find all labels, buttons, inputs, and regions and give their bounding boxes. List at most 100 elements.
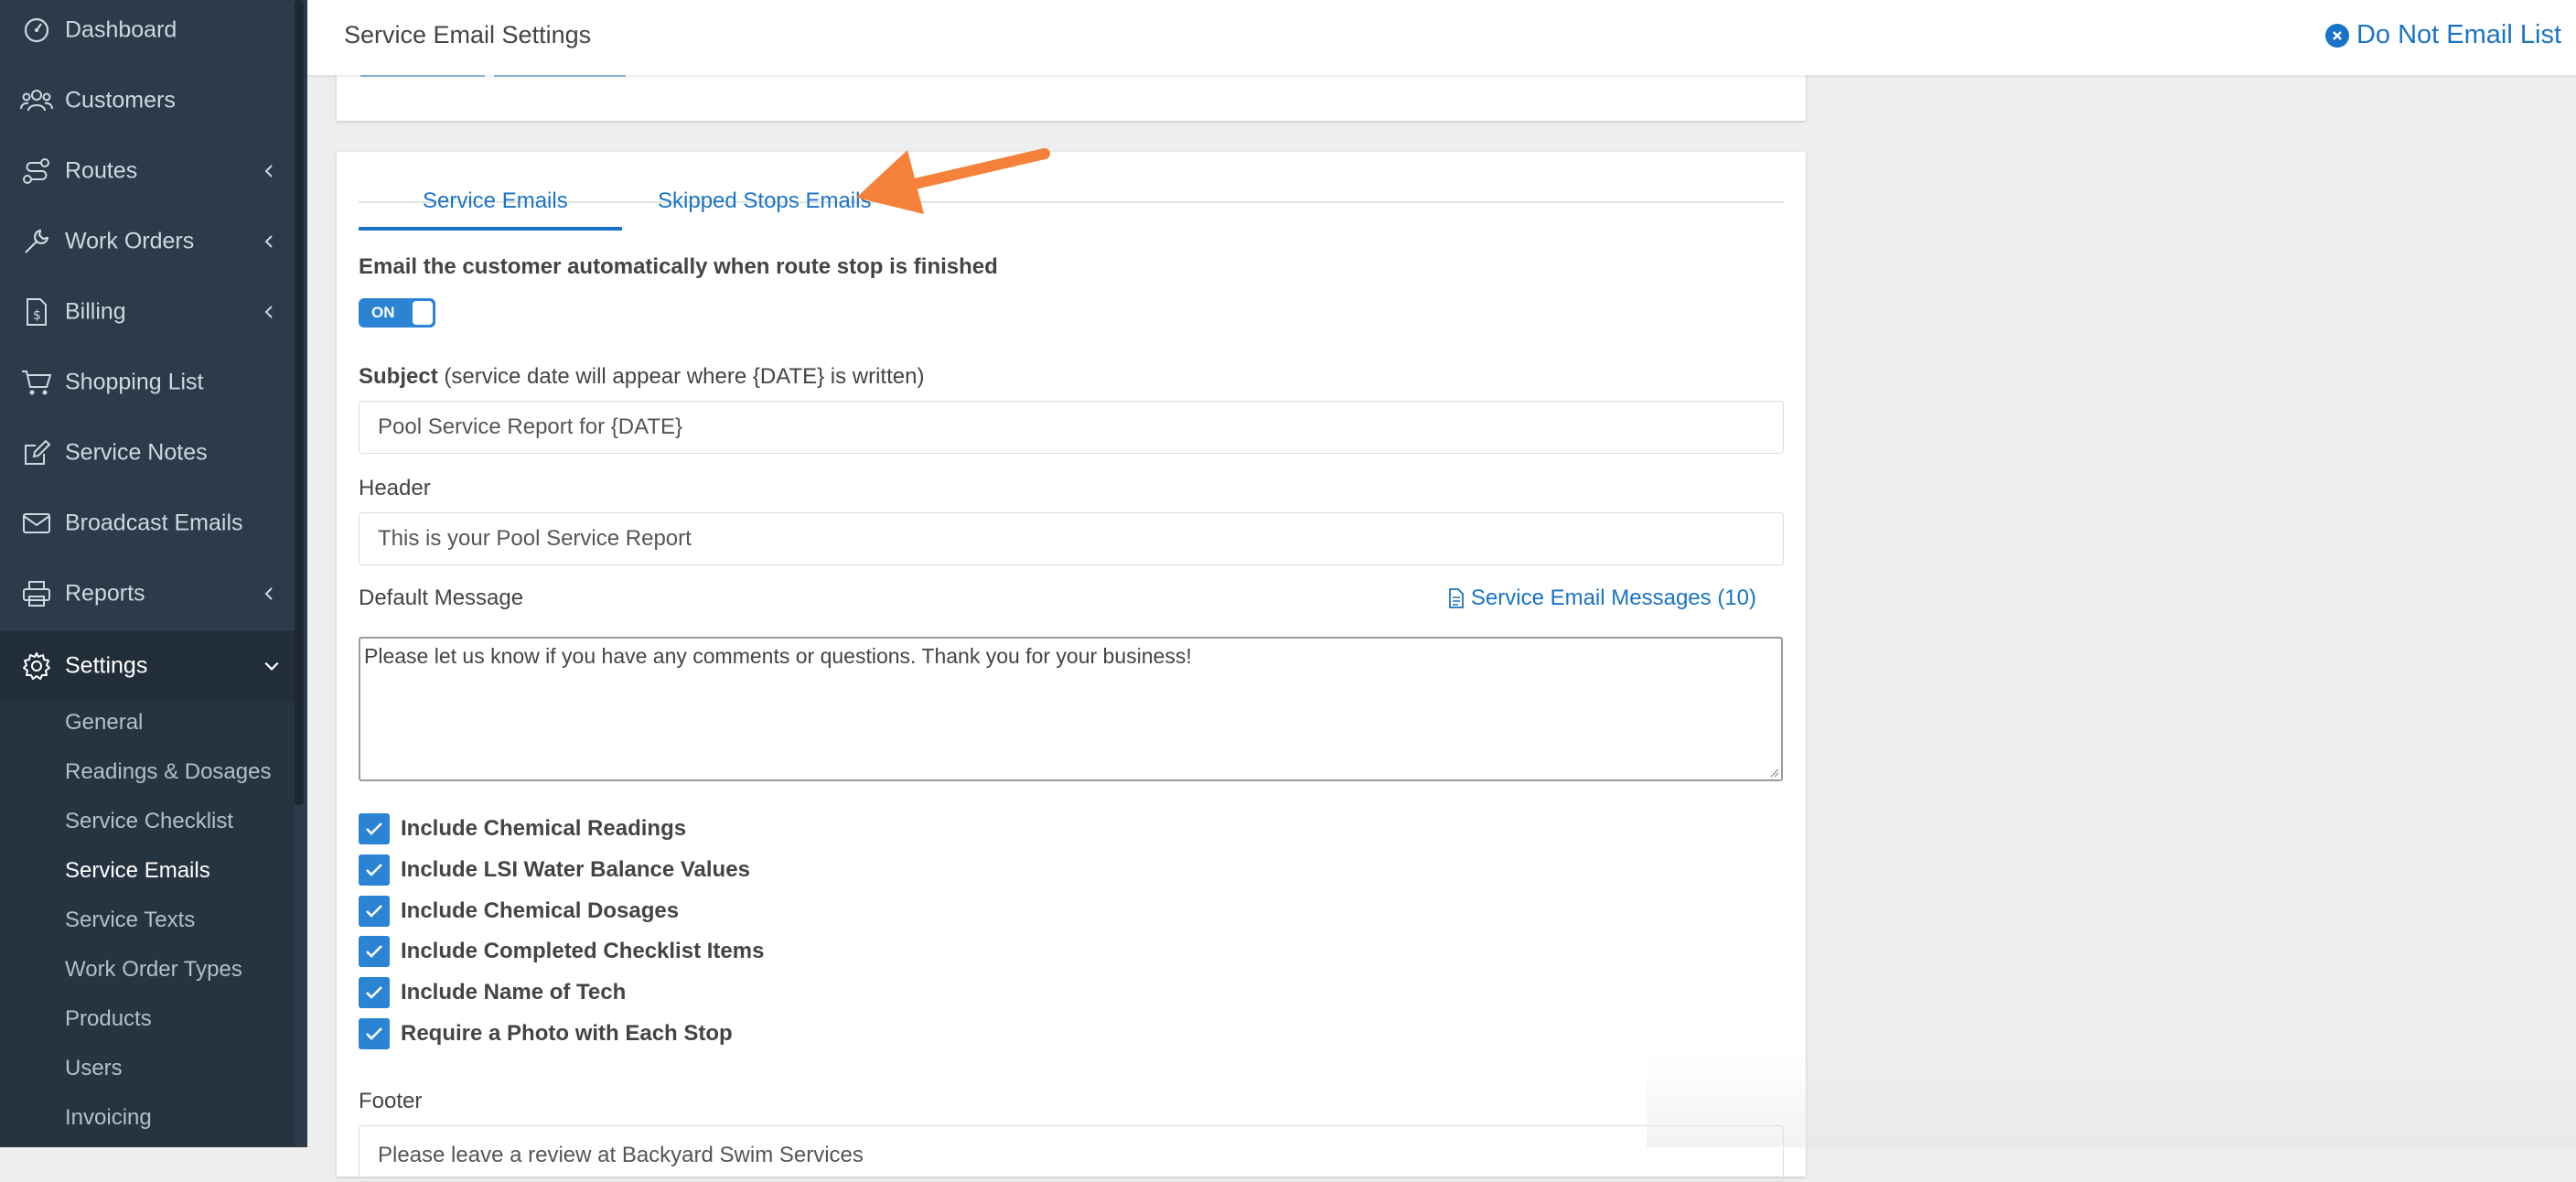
check-icon bbox=[366, 864, 382, 876]
sidebar-item-routes[interactable]: Routes bbox=[0, 139, 295, 203]
default-message-label: Default Message bbox=[359, 586, 524, 610]
sidebar-item-label: Routes bbox=[65, 157, 138, 184]
chevron-left-icon bbox=[264, 235, 273, 248]
checkbox-checked[interactable] bbox=[359, 813, 390, 844]
do-not-email-list-link[interactable]: Do Not Email List bbox=[2324, 20, 2561, 50]
sidebar-item-label: Shopping List bbox=[65, 369, 204, 395]
checkbox-row[interactable]: Include Chemical Readings bbox=[359, 813, 686, 844]
sidebar-item-shopping-list[interactable]: Shopping List bbox=[0, 350, 295, 414]
footer-label: Footer bbox=[359, 1089, 423, 1113]
resize-handle-icon[interactable] bbox=[1768, 767, 1779, 778]
file-text-icon bbox=[1448, 588, 1464, 608]
sidebar-item-label: Reports bbox=[65, 580, 145, 607]
sidebar-item-work-orders[interactable]: Work Orders bbox=[0, 210, 295, 274]
check-icon bbox=[366, 945, 382, 958]
sidebar-subitem-invoicing[interactable]: Invoicing bbox=[65, 1105, 152, 1131]
page-title: Service Email Settings bbox=[344, 21, 592, 48]
sidebar: Dashboard Customers Routes Work Orders $… bbox=[0, 0, 307, 1147]
sidebar-subitem-users[interactable]: Users bbox=[65, 1056, 123, 1081]
check-icon bbox=[366, 986, 382, 999]
active-tab-indicator bbox=[359, 227, 622, 231]
checkbox-checked[interactable] bbox=[359, 896, 390, 927]
sidebar-item-dashboard[interactable]: Dashboard bbox=[0, 0, 295, 62]
service-email-messages-link[interactable]: Service Email Messages (10) bbox=[1448, 586, 1756, 611]
sidebar-subitem-service-checklist[interactable]: Service Checklist bbox=[65, 809, 233, 834]
checkbox-label: Include LSI Water Balance Values bbox=[401, 857, 750, 882]
header-input-value: This is your Pool Service Report bbox=[378, 526, 692, 551]
sidebar-subitem-products[interactable]: Products bbox=[65, 1006, 152, 1032]
sidebar-item-label: Broadcast Emails bbox=[65, 510, 243, 536]
checkbox-checked[interactable] bbox=[359, 977, 390, 1008]
check-icon bbox=[366, 905, 382, 918]
sidebar-item-broadcast-emails[interactable]: Broadcast Emails bbox=[0, 491, 295, 555]
edit-icon bbox=[20, 436, 53, 469]
checkbox-row[interactable]: Include LSI Water Balance Values bbox=[359, 854, 750, 886]
tab-bar bbox=[359, 165, 1784, 203]
tab-service-emails[interactable]: Service Emails bbox=[423, 188, 568, 214]
footer-input-value: Please leave a review at Backyard Swim S… bbox=[378, 1143, 864, 1167]
sidebar-item-label: Settings bbox=[65, 652, 148, 679]
checkbox-checked[interactable] bbox=[359, 1018, 390, 1049]
subject-label: Subject (service date will appear where … bbox=[359, 364, 924, 390]
checkbox-label: Require a Photo with Each Stop bbox=[401, 1021, 733, 1046]
subject-input-value: Pool Service Report for {DATE} bbox=[378, 414, 683, 439]
check-icon bbox=[366, 822, 382, 835]
sidebar-subitem-readings-dosages[interactable]: Readings & Dosages bbox=[65, 759, 271, 785]
sidebar-subitem-service-emails[interactable]: Service Emails bbox=[65, 858, 210, 884]
close-circle-icon bbox=[2324, 23, 2349, 48]
sidebar-item-label: Service Notes bbox=[65, 439, 208, 466]
checkbox-checked[interactable] bbox=[359, 854, 390, 886]
auto-email-toggle[interactable]: ON bbox=[359, 298, 435, 328]
sidebar-subitem-general[interactable]: General bbox=[65, 710, 143, 736]
button-edge[interactable] bbox=[360, 75, 485, 77]
sidebar-scrollbar[interactable] bbox=[295, 0, 304, 805]
sidebar-item-label: Work Orders bbox=[65, 228, 195, 254]
checkbox-checked[interactable] bbox=[359, 936, 390, 967]
toggle-knob bbox=[413, 301, 433, 325]
cart-icon bbox=[20, 366, 53, 399]
gear-icon bbox=[20, 650, 53, 682]
checkbox-row[interactable]: Require a Photo with Each Stop bbox=[359, 1018, 733, 1049]
do-not-email-list-label: Do Not Email List bbox=[2356, 20, 2561, 49]
sidebar-item-service-notes[interactable]: Service Notes bbox=[0, 421, 295, 485]
sidebar-item-settings[interactable]: Settings bbox=[0, 631, 295, 701]
default-message-textarea[interactable]: Please let us know if you have any comme… bbox=[359, 637, 1783, 781]
top-bar: Service Email Settings Do Not Email List bbox=[307, 0, 2576, 75]
printer-icon bbox=[20, 577, 53, 610]
chevron-left-icon bbox=[264, 165, 273, 177]
annotation-arrow-icon bbox=[856, 148, 1050, 214]
header-label: Header bbox=[359, 476, 431, 500]
chevron-down-icon bbox=[264, 661, 279, 671]
checkbox-row[interactable]: Include Name of Tech bbox=[359, 977, 626, 1008]
checkbox-row[interactable]: Include Completed Checklist Items bbox=[359, 936, 764, 967]
users-icon bbox=[20, 84, 53, 117]
subject-input[interactable]: Pool Service Report for {DATE} bbox=[359, 401, 1784, 454]
sidebar-subitem-service-texts[interactable]: Service Texts bbox=[65, 908, 195, 933]
chevron-left-icon bbox=[264, 587, 273, 600]
sidebar-item-label: Billing bbox=[65, 298, 126, 325]
auto-email-label: Email the customer automatically when ro… bbox=[359, 254, 998, 279]
footer-input[interactable]: Please leave a review at Backyard Swim S… bbox=[359, 1125, 1784, 1182]
sidebar-item-label: Dashboard bbox=[65, 16, 177, 43]
sidebar-subitem-work-order-types[interactable]: Work Order Types bbox=[65, 957, 242, 983]
button-edge[interactable] bbox=[494, 75, 626, 77]
checkbox-row[interactable]: Include Chemical Dosages bbox=[359, 896, 679, 927]
default-message-value: Please let us know if you have any comme… bbox=[364, 644, 1192, 668]
checkbox-label: Include Chemical Dosages bbox=[401, 898, 680, 923]
dashboard-icon bbox=[20, 14, 53, 47]
svg-text:$: $ bbox=[33, 308, 41, 323]
service-email-card: Service Emails Skipped Stops Emails Emai… bbox=[337, 152, 1806, 1182]
chevron-left-icon bbox=[264, 306, 273, 318]
checkbox-label: Include Name of Tech bbox=[401, 980, 627, 1005]
header-input[interactable]: This is your Pool Service Report bbox=[359, 512, 1784, 565]
wrench-icon bbox=[20, 225, 53, 258]
service-email-messages-label: Service Email Messages (10) bbox=[1470, 586, 1756, 610]
subject-label-strong: Subject bbox=[359, 364, 438, 389]
sidebar-item-reports[interactable]: Reports bbox=[0, 562, 295, 626]
checkbox-label: Include Completed Checklist Items bbox=[401, 939, 765, 963]
subject-hint: (service date will appear where {DATE} i… bbox=[437, 364, 925, 389]
toggle-state-label: ON bbox=[371, 304, 395, 321]
sidebar-item-customers[interactable]: Customers bbox=[0, 69, 295, 133]
sidebar-item-billing[interactable]: $ Billing bbox=[0, 280, 295, 344]
route-icon bbox=[20, 155, 53, 188]
